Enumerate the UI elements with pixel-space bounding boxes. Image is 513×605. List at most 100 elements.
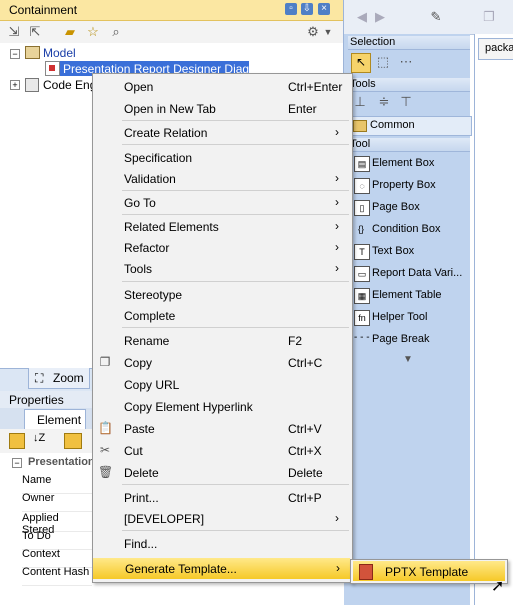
submenu-arrow-icon: ›: [335, 261, 339, 275]
menu-item-label: Go To: [124, 196, 156, 210]
palette-item-label: Element Table: [372, 289, 442, 301]
menu-item-label: Copy Element Hyperlink: [124, 400, 253, 414]
menu-item-label: Copy URL: [124, 378, 180, 392]
lasso-select-icon[interactable]: ⋯: [398, 54, 414, 70]
align-bottom-icon[interactable]: ⊤: [398, 94, 414, 110]
menu-item-cut[interactable]: ✂ Cut Ctrl+X: [92, 440, 351, 461]
tab-package-diagram[interactable]: packa: [478, 38, 513, 60]
copy-diagram-icon[interactable]: ❐: [481, 9, 497, 25]
search-icon[interactable]: ⌕: [108, 24, 124, 40]
palette-item-page-break[interactable]: - - - Page Break: [352, 330, 470, 350]
palette-group-common[interactable]: Common: [348, 116, 472, 136]
gear-dropdown-icon[interactable]: ▼: [320, 24, 336, 40]
property-applied-stereotype-label: Applied Stered: [22, 512, 92, 536]
menu-item-validation[interactable]: Validation ›: [92, 168, 351, 189]
edit-diagram-icon[interactable]: ✎: [428, 9, 444, 25]
tab-element[interactable]: Element: [24, 409, 86, 429]
menu-item-rename[interactable]: Rename F2: [92, 330, 351, 351]
mouse-cursor-icon: ➚: [491, 578, 505, 595]
pin-icon[interactable]: ⇩: [301, 3, 313, 15]
menu-item-label: Stereotype: [124, 288, 183, 302]
menu-item-go-to[interactable]: Go To ›: [92, 192, 351, 213]
palette-item-property-box[interactable]: ◌ Property Box: [352, 176, 470, 196]
menu-item-label: [DEVELOPER]: [124, 512, 205, 526]
text-box-icon: T: [354, 244, 370, 260]
palette-item-page-box[interactable]: ▯ Page Box: [352, 198, 470, 218]
diagram-icon: [45, 61, 60, 76]
menu-item-generate-template[interactable]: Generate Template... ›: [93, 558, 350, 579]
menu-item-developer[interactable]: [DEVELOPER] ›: [92, 508, 351, 529]
menu-item-open-in-new-tab[interactable]: Open in New Tab Enter: [92, 98, 351, 119]
menu-item-label: Related Elements: [124, 220, 219, 234]
menu-item-copy-element-hyperlink[interactable]: Copy Element Hyperlink: [92, 396, 351, 417]
menu-item-create-relation[interactable]: Create Relation ›: [92, 122, 351, 143]
align-middle-icon[interactable]: ≑: [376, 94, 392, 110]
palette-section-tool[interactable]: Tool: [348, 138, 470, 152]
menu-item-shortcut: Ctrl+Enter: [288, 80, 343, 94]
zoom-tab-label: Zoom: [53, 371, 84, 385]
gear-icon[interactable]: ⚙: [305, 24, 321, 40]
menu-item-related-elements[interactable]: Related Elements ›: [92, 216, 351, 237]
palette-item-element-table[interactable]: ▦ Element Table: [352, 286, 470, 306]
menu-item-specification[interactable]: Specification: [92, 147, 351, 168]
element-table-icon: ▦: [354, 288, 370, 304]
containment-title: Containment: [9, 3, 78, 17]
menu-item-tools[interactable]: Tools ›: [92, 258, 351, 279]
expand-all-icon[interactable]: ⇲: [6, 24, 22, 40]
menu-separator: [122, 281, 349, 282]
collapse-group-icon[interactable]: −: [12, 458, 22, 468]
align-top-icon[interactable]: ⊥: [352, 94, 368, 110]
menu-item-paste[interactable]: 📋 Paste Ctrl+V: [92, 418, 351, 439]
model-package-icon: [25, 46, 40, 59]
property-name-label: Name: [22, 474, 92, 494]
select-pointer-icon[interactable]: ↖: [351, 53, 371, 73]
expand-code-eng-icon[interactable]: +: [10, 80, 20, 90]
menu-item-find[interactable]: Find...: [92, 533, 351, 554]
palette-item-label: Helper Tool: [372, 311, 428, 323]
menu-separator: [122, 120, 349, 121]
palette-section-tools[interactable]: Tools: [348, 78, 470, 92]
menu-item-open[interactable]: Open Ctrl+Enter: [92, 76, 351, 97]
favorite-star-icon[interactable]: ☆: [85, 24, 101, 40]
menu-item-copy-url[interactable]: Copy URL: [92, 374, 351, 395]
close-icon[interactable]: ×: [318, 3, 330, 15]
menu-item-complete[interactable]: Complete: [92, 305, 351, 326]
categorized-view-icon[interactable]: [9, 433, 25, 449]
menu-item-delete[interactable]: 🗑 Delete Delete: [92, 462, 351, 483]
menu-item-refactor[interactable]: Refactor ›: [92, 237, 351, 258]
property-content-hash-label: Content Hash: [22, 566, 92, 586]
palette-section-selection[interactable]: Selection: [348, 36, 470, 50]
tab-package-label: packa: [485, 42, 513, 54]
menu-item-stereotype[interactable]: Stereotype: [92, 284, 351, 305]
tab-zoom[interactable]: ⛶ Zoom: [28, 368, 90, 389]
open-folder-icon[interactable]: ▰: [62, 24, 78, 40]
palette-item-label: Property Box: [372, 179, 436, 191]
menu-item-shortcut: Delete: [288, 466, 323, 480]
filter-icon[interactable]: [64, 433, 82, 449]
palette-item-text-box[interactable]: T Text Box: [352, 242, 470, 262]
float-window-icon[interactable]: ▫: [285, 3, 297, 15]
menu-item-label: Print...: [124, 491, 159, 505]
palette-more-icon[interactable]: ▼: [403, 354, 413, 365]
palette-item-helper-tool[interactable]: fn Helper Tool: [352, 308, 470, 328]
tree-item-code-engineering[interactable]: Code Eng: [43, 78, 96, 92]
property-group-label: Presentation: [28, 456, 95, 468]
menu-item-print[interactable]: Print... Ctrl+P: [92, 487, 351, 508]
menu-item-label: Open: [124, 80, 154, 94]
palette-item-element-box[interactable]: ▤ Element Box: [352, 154, 470, 174]
marquee-select-icon[interactable]: ⬚: [375, 54, 391, 70]
forward-icon[interactable]: ▶: [372, 9, 388, 25]
collapse-all-icon[interactable]: ⇱: [27, 24, 43, 40]
palette-tools-label: Tools: [350, 78, 376, 90]
collapse-model-icon[interactable]: −: [10, 49, 20, 59]
delete-icon: 🗑: [98, 465, 114, 479]
menu-item-copy[interactable]: ❐ Copy Ctrl+C: [92, 352, 351, 373]
condition-box-icon: {}: [357, 224, 364, 234]
sort-alphabetical-icon[interactable]: ↓Z: [33, 432, 45, 444]
menu-separator: [122, 484, 349, 485]
back-icon[interactable]: ◀: [354, 9, 370, 25]
tree-item-model[interactable]: Model: [43, 46, 76, 60]
palette-item-report-data-variable[interactable]: ▭ Report Data Vari...: [352, 264, 470, 284]
palette-item-condition-box[interactable]: {} Condition Box: [352, 220, 470, 240]
submenu-item-pptx-template[interactable]: PPTX Template: [353, 561, 505, 581]
